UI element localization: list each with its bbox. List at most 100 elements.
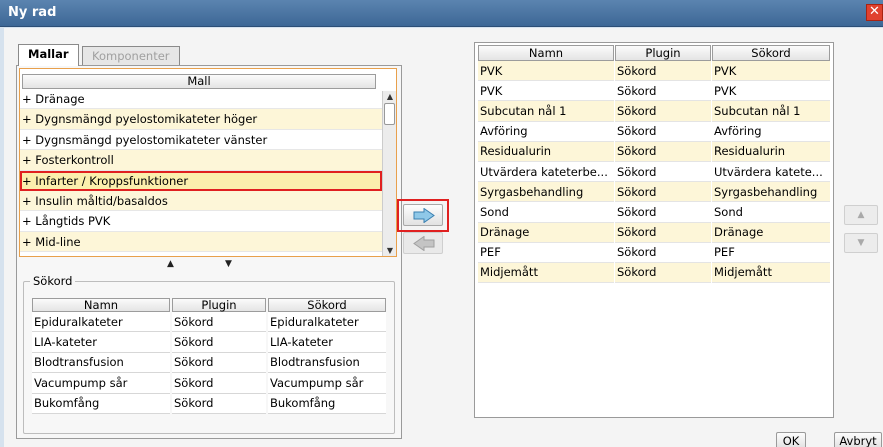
table-cell: PVK: [712, 61, 830, 82]
table-cell: Residualurin: [712, 141, 830, 162]
list-item[interactable]: + Infarter / Kroppsfunktioner: [20, 170, 382, 191]
table-cell: Sökord: [615, 81, 711, 102]
table-row[interactable]: Syrgasbehandling Sökord Syrgasbehandling: [478, 182, 830, 203]
move-left-button[interactable]: [403, 232, 443, 254]
left-pane: Mallar Komponenter Mall + Dränage + Dygns…: [16, 42, 402, 440]
table-cell: Sökord: [172, 393, 266, 414]
tab-panel: Mall + Dränage + Dygnsmängd pyelostomikat…: [16, 65, 402, 439]
table-row[interactable]: PVK Sökord PVK: [478, 61, 830, 82]
mall-list: + Dränage + Dygnsmängd pyelostomikateter …: [20, 89, 382, 253]
table-row[interactable]: Subcutan nål 1 Sökord Subcutan nål 1: [478, 101, 830, 122]
table-row[interactable]: Bukomfång Sökord Bukomfång: [32, 393, 386, 414]
table-row[interactable]: PEF Sökord PEF: [478, 242, 830, 263]
table-cell: Sökord: [172, 352, 266, 374]
list-item[interactable]: + Dygnsmängd pyelostomikateter vänster: [20, 129, 382, 151]
sokord-group: Sökord Namn Plugin Sökord Epiduralkatete…: [23, 274, 395, 434]
scroll-thumb[interactable]: [384, 103, 395, 125]
table-cell: Sökord: [615, 182, 711, 203]
table-cell: Residualurin: [478, 141, 614, 162]
tab-mallar[interactable]: Mallar: [18, 44, 79, 66]
table-cell: Bukomfång: [32, 393, 170, 414]
tab-komponenter[interactable]: Komponenter: [82, 46, 180, 66]
column-header-plugin[interactable]: Plugin: [172, 298, 266, 312]
table-row[interactable]: PVK Sökord PVK: [478, 81, 830, 102]
list-item[interactable]: + Insulin måltid/basaldos: [20, 190, 382, 212]
table-cell: Epiduralkateter: [32, 312, 170, 333]
cancel-button[interactable]: Avbryt: [834, 432, 882, 447]
table-row[interactable]: Sond Sökord Sond: [478, 202, 830, 223]
table-row[interactable]: LIA-kateter Sökord LIA-kateter: [32, 332, 386, 353]
sort-up-icon[interactable]: ▲: [167, 259, 174, 269]
table-cell: PVK: [478, 81, 614, 102]
table-cell: LIA-kateter: [32, 332, 170, 353]
table-row[interactable]: Vacumpump sår Sökord Vacumpump sår: [32, 373, 386, 394]
list-item[interactable]: + Dygnsmängd pyelostomikateter höger: [20, 109, 382, 130]
table-cell: PVK: [478, 61, 614, 82]
move-down-button[interactable]: ▼: [844, 233, 878, 253]
scroll-down-icon[interactable]: ▼: [385, 246, 395, 256]
selected-rows-table: Namn Plugin Sökord PVK Sökord PVK PVK Sökord…: [477, 45, 831, 284]
column-header-sokord[interactable]: Sökord: [268, 298, 386, 312]
column-header-namn[interactable]: Namn: [478, 45, 614, 61]
move-up-icon: ▲: [857, 210, 865, 220]
sort-down-icon[interactable]: ▼: [225, 259, 232, 269]
move-down-icon: ▼: [857, 238, 865, 248]
list-item[interactable]: + Fosterkontroll: [20, 150, 382, 171]
close-icon[interactable]: ✕: [866, 4, 883, 21]
table-row[interactable]: Utvärdera kateterbe... Sökord Utvärdera ka…: [478, 161, 830, 183]
column-header-plugin[interactable]: Plugin: [615, 45, 711, 61]
table-cell: Epiduralkateter: [268, 312, 386, 333]
table-row[interactable]: Midjemått Sökord Midjemått: [478, 262, 830, 284]
mall-scrollbar[interactable]: ▲ ▼: [382, 91, 396, 256]
table-row[interactable]: Residualurin Sökord Residualurin: [478, 141, 830, 162]
arrow-left-icon: [413, 236, 435, 251]
ok-button[interactable]: OK: [776, 432, 806, 447]
table-cell: Sökord: [172, 312, 266, 333]
move-up-button[interactable]: ▲: [844, 205, 878, 225]
table-row[interactable]: Dränage Sökord Dränage: [478, 222, 830, 243]
table-cell: Dränage: [712, 222, 830, 243]
table-cell: Avföring: [712, 121, 830, 142]
table-cell: Blodtransfusion: [32, 352, 170, 374]
move-right-button[interactable]: [403, 204, 443, 226]
table-cell: Midjemått: [712, 262, 830, 284]
table-row[interactable]: Avföring Sökord Avföring: [478, 121, 830, 142]
column-header-namn[interactable]: Namn: [32, 298, 170, 312]
sokord-legend: Sökord: [30, 274, 76, 288]
table-cell: PEF: [478, 242, 614, 263]
table-cell: Vacumpump sår: [268, 373, 386, 394]
sokord-table: Namn Plugin Sökord Epiduralkateter Sökord…: [30, 298, 388, 414]
list-item[interactable]: + Dränage: [20, 89, 382, 110]
table-cell: Subcutan nål 1: [712, 101, 830, 122]
mall-column-header[interactable]: Mall: [22, 74, 376, 89]
table-cell: Sökord: [615, 262, 711, 284]
table-cell: Sökord: [615, 61, 711, 82]
table-cell: Sond: [478, 202, 614, 223]
table-cell: Utvärdera kateterbe...: [478, 161, 614, 183]
table-row[interactable]: Blodtransfusion Sökord Blodtransfusion: [32, 352, 386, 374]
list-item[interactable]: + Mid-line: [20, 231, 382, 253]
table-cell: Bukomfång: [268, 393, 386, 414]
table-cell: Midjemått: [478, 262, 614, 284]
mall-list-box: Mall + Dränage + Dygnsmängd pyelostomikat…: [19, 68, 397, 257]
table-cell: Syrgasbehandling: [478, 182, 614, 203]
table-cell: Sökord: [615, 101, 711, 122]
table-cell: Avföring: [478, 121, 614, 142]
table-cell: Sökord: [172, 373, 266, 394]
table-cell: Sökord: [615, 242, 711, 263]
table-cell: Blodtransfusion: [268, 352, 386, 374]
table-cell: Vacumpump sår: [32, 373, 170, 394]
right-pane: Namn Plugin Sökord PVK Sökord PVK PVK Sökord…: [474, 42, 834, 418]
list-item[interactable]: + Långtids PVK: [20, 211, 382, 232]
table-cell: PVK: [712, 81, 830, 102]
table-cell: Sökord: [172, 332, 266, 353]
table-cell: Sökord: [615, 141, 711, 162]
table-cell: Sökord: [615, 202, 711, 223]
table-cell: Sökord: [615, 222, 711, 243]
table-cell: LIA-kateter: [268, 332, 386, 353]
dialog-body: Mallar Komponenter Mall + Dränage + Dygns…: [4, 28, 883, 447]
table-cell: Dränage: [478, 222, 614, 243]
scroll-up-icon[interactable]: ▲: [385, 92, 395, 102]
column-header-sokord[interactable]: Sökord: [712, 45, 830, 61]
table-row[interactable]: Epiduralkateter Sökord Epiduralkateter: [32, 312, 386, 333]
